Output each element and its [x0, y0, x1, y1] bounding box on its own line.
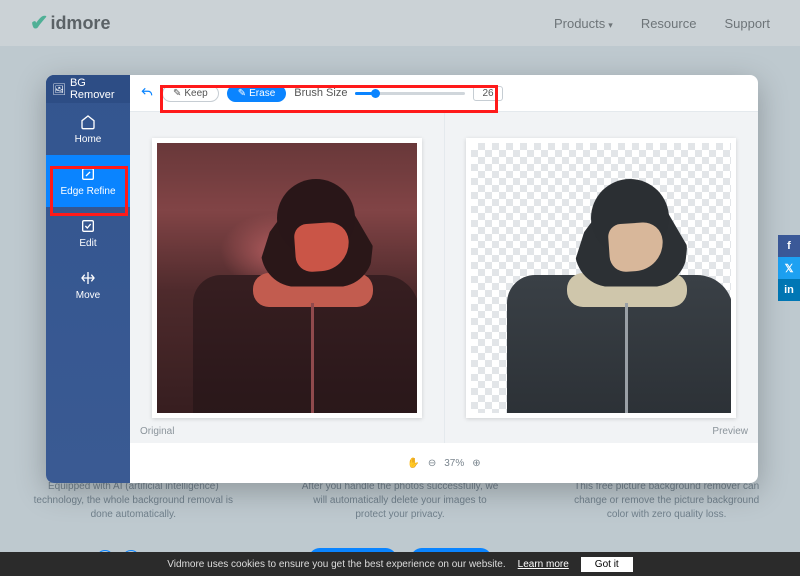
- image-icon: 🖼: [52, 83, 66, 96]
- workspace: ✎Keep ✎Erase Brush Size 26 Original: [130, 75, 758, 483]
- marketing-copy: Equipped with AI (artificial intelligenc…: [0, 480, 800, 522]
- zoom-out-icon[interactable]: ⊖: [428, 458, 436, 469]
- edit-icon: [79, 217, 97, 235]
- sidebar-item-label: Move: [76, 290, 100, 301]
- bottom-bar: ✋ ⊖ 37% ⊕: [130, 443, 758, 483]
- canvas-row: Original Preview: [130, 111, 758, 443]
- brush-icon: ✎: [173, 88, 181, 99]
- original-image: [152, 138, 422, 418]
- preview-pane[interactable]: Preview: [444, 112, 759, 443]
- social-share: f 𝕏 in: [778, 235, 800, 301]
- brush-size-value[interactable]: 26: [473, 86, 502, 101]
- facebook-icon[interactable]: f: [778, 235, 800, 257]
- zoom-controls: ✋ ⊖ 37% ⊕: [407, 458, 480, 469]
- top-nav: Products▾ Resource Support: [554, 16, 770, 31]
- erase-mask-overlay: [157, 143, 417, 413]
- chevron-down-icon: ▾: [608, 20, 613, 30]
- cookie-accept-button[interactable]: Got it: [581, 557, 633, 572]
- sidebar-item-home[interactable]: Home: [46, 103, 130, 155]
- brush-size-label: Brush Size: [294, 87, 347, 99]
- brand-logo[interactable]: ✔ idmore: [30, 10, 110, 36]
- sidebar-item-label: Home: [75, 134, 102, 145]
- erase-button[interactable]: ✎Erase: [227, 85, 287, 102]
- sidebar-item-edge-refine[interactable]: Edge Refine: [46, 155, 130, 207]
- linkedin-icon[interactable]: in: [778, 279, 800, 301]
- app-title: 🖼 BG Remover: [46, 75, 130, 103]
- move-icon: [79, 269, 97, 287]
- sidebar-item-edit[interactable]: Edit: [46, 207, 130, 259]
- toolbar: ✎Keep ✎Erase Brush Size 26: [130, 75, 758, 111]
- zoom-percent: 37%: [444, 458, 464, 469]
- twitter-icon[interactable]: 𝕏: [778, 257, 800, 279]
- bg-remover-app: 🖼 BG Remover Home Edge Refine Edit Move …: [46, 75, 758, 483]
- sidebar-item-move[interactable]: Move: [46, 259, 130, 311]
- home-icon: [79, 113, 97, 131]
- brush-size-slider[interactable]: [355, 92, 465, 95]
- sidebar-item-label: Edit: [79, 238, 96, 249]
- cookie-banner: Vidmore uses cookies to ensure you get t…: [0, 552, 800, 576]
- keep-button[interactable]: ✎Keep: [162, 85, 219, 102]
- preview-label: Preview: [712, 426, 748, 437]
- preview-image: [466, 138, 736, 418]
- original-pane[interactable]: Original: [130, 112, 444, 443]
- logo-mark-icon: ✔: [30, 10, 48, 36]
- sidebar: 🖼 BG Remover Home Edge Refine Edit Move: [46, 75, 130, 483]
- site-header: ✔ idmore Products▾ Resource Support: [0, 0, 800, 46]
- edge-refine-icon: [79, 165, 97, 183]
- cookie-text: Vidmore uses cookies to ensure you get t…: [167, 559, 505, 570]
- zoom-in-icon[interactable]: ⊕: [472, 458, 480, 469]
- nav-support[interactable]: Support: [724, 16, 770, 31]
- eraser-icon: ✎: [238, 88, 246, 99]
- brand-text: idmore: [50, 13, 110, 34]
- cookie-learn-more[interactable]: Learn more: [518, 559, 569, 570]
- sidebar-item-label: Edge Refine: [60, 186, 115, 197]
- pan-icon[interactable]: ✋: [407, 458, 419, 469]
- undo-icon[interactable]: [140, 86, 154, 100]
- nav-resource[interactable]: Resource: [641, 16, 697, 31]
- original-label: Original: [140, 426, 174, 437]
- nav-products[interactable]: Products▾: [554, 16, 613, 31]
